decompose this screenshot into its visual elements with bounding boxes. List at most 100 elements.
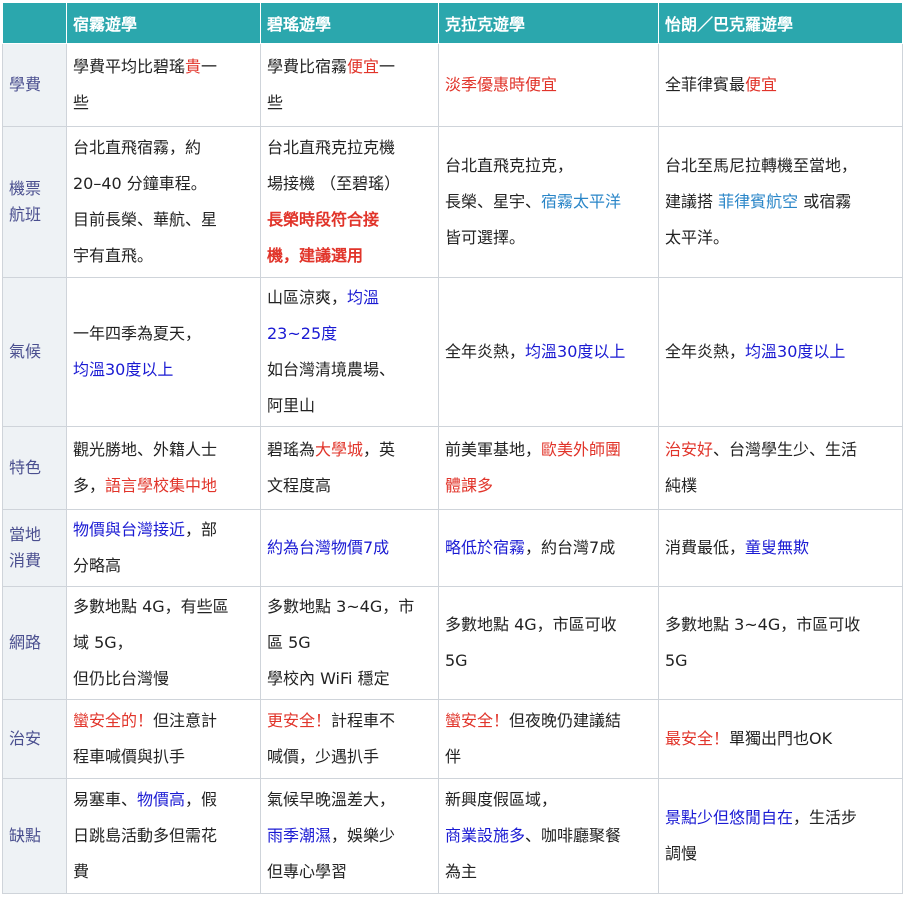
row-cost: 當地 消費 物價與台灣接近，部 分略高 約為台灣物價7成 略低於宿霧，約台灣7成 消… — [2, 509, 903, 587]
label-line: 航班 — [9, 205, 42, 224]
cell-line: 物價與台灣接近，部 — [73, 512, 254, 548]
cell-line: 前美軍基地，歐美外師團 — [445, 432, 652, 468]
cell-text: 均溫 — [347, 288, 380, 307]
cell-cost-iloilo: 消費最低，童叟無欺 — [658, 509, 903, 587]
cell-text: 全年炎熱， — [445, 342, 526, 361]
cell-text: 一 — [201, 57, 218, 76]
cell-line: 20–40 分鐘車程。 — [73, 166, 254, 202]
cell-features-iloilo: 治安好、台灣學生少、生活純樸 — [658, 426, 903, 510]
cell-line: 消費最低，童叟無欺 — [665, 530, 896, 566]
cell-flights-baguio: 台北直飛克拉克機場接機 （至碧瑤） 長榮時段符合接機，建議選用 — [260, 126, 439, 278]
cell-text: 如台灣清境農場、 — [267, 360, 396, 379]
cell-text: 場接機 （至碧瑤） — [267, 174, 401, 193]
cell-line: 一年四季為夏天， — [73, 316, 254, 352]
cell-climate-baguio: 山區涼爽，均溫 23~25度如台灣清境農場、阿里山 — [260, 277, 439, 427]
cell-cost-clark: 略低於宿霧，約台灣7成 — [438, 509, 659, 587]
cell-text: 學費比宿霧 — [267, 57, 348, 76]
cell-text: 學費平均比碧瑤 — [73, 57, 186, 76]
cell-line: 域 5G， — [73, 625, 254, 661]
comparison-table: 宿霧遊學 碧瑤遊學 克拉克遊學 怡朗／巴克羅遊學 學費 學費平均比碧瑤貴一些 學… — [2, 2, 903, 894]
cell-line: 最安全！單獨出門也OK — [665, 721, 896, 757]
cell-line: 5G — [665, 643, 896, 679]
cell-text: 台北直飛宿霧，約 — [73, 138, 202, 157]
cell-line: 喊價，少遇扒手 — [267, 739, 432, 775]
cell-line: 多數地點 4G，市區可收 — [445, 607, 652, 643]
cell-text: 歐美外師團 — [541, 440, 622, 459]
header-baguio: 碧瑤遊學 — [260, 2, 439, 44]
row-header-network: 網路 — [2, 586, 67, 700]
cell-line: 學費比宿霧便宜一 — [267, 49, 432, 85]
cell-line: 費 — [73, 854, 254, 890]
cell-text: 台北直飛克拉克， — [445, 156, 574, 175]
cell-line: 氣候早晚溫差大， — [267, 782, 432, 818]
cell-line: 更安全！計程車不 — [267, 703, 432, 739]
cell-text: 景點少但悠閒自在 — [665, 808, 794, 827]
cell-text: 全菲律賓最 — [665, 75, 746, 94]
cell-line: 山區涼爽，均溫 — [267, 280, 432, 316]
cell-features-cebu: 觀光勝地、外籍人士 多，語言學校集中地 — [66, 426, 261, 510]
cell-tuition-cebu: 學費平均比碧瑤貴一些 — [66, 43, 261, 127]
cell-line: 治安好、台灣學生少、生活 — [665, 432, 896, 468]
cell-text: 23~25度 — [267, 324, 338, 343]
label-line: 網路 — [9, 633, 42, 652]
cell-line: 景點少但悠閒自在，生活步 — [665, 800, 896, 836]
cell-line: 全菲律賓最便宜 — [665, 67, 896, 103]
cell-line: 但仍比台灣慢 — [73, 661, 254, 697]
cell-line: 體課多 — [445, 468, 652, 504]
cell-drawbacks-iloilo: 景點少但悠閒自在，生活步 調慢 — [658, 778, 903, 894]
cell-features-baguio: 碧瑤為大學城，英 文程度高 — [260, 426, 439, 510]
cell-text: 但夜晚仍建議結 — [509, 711, 622, 730]
cell-text: 多數地點 3~4G，市區可收 — [665, 615, 861, 634]
label-line: 消費 — [9, 551, 42, 570]
cell-text: 碧瑤為 — [267, 440, 316, 459]
cell-text: 均溫30度以上 — [525, 342, 626, 361]
cell-text: 山區涼爽， — [267, 288, 348, 307]
cell-text: 但專心學習 — [267, 862, 348, 881]
row-header-safety: 治安 — [2, 699, 67, 779]
cell-drawbacks-baguio: 氣候早晚溫差大， 雨季潮濕，娛樂少但專心學習 — [260, 778, 439, 894]
cell-text: 但仍比台灣慢 — [73, 669, 170, 688]
cell-text: 、咖啡廳聚餐 — [525, 826, 622, 845]
cell-safety-baguio: 更安全！計程車不 喊價，少遇扒手 — [260, 699, 439, 779]
cell-cost-cebu: 物價與台灣接近，部 分略高 — [66, 509, 261, 587]
cell-network-baguio: 多數地點 3~4G，市區 5G 學校內 WiFi 穩定 — [260, 586, 439, 700]
cell-line: 多數地點 4G，有些區 — [73, 589, 254, 625]
cell-line: 純樸 — [665, 468, 896, 504]
cell-line: 機，建議選用 — [267, 238, 432, 274]
cell-line: 長榮時段符合接 — [267, 202, 432, 238]
cell-text: 消費最低， — [665, 538, 746, 557]
cell-text: 約為台灣物價7成 — [267, 538, 390, 557]
cell-text: 機，建議選用 — [267, 246, 364, 265]
cell-line: 目前長榮、華航、星 — [73, 202, 254, 238]
cell-text: 域 5G， — [73, 633, 133, 652]
cell-line: 蠻安全！但夜晚仍建議結 — [445, 703, 652, 739]
cell-text: 前美軍基地， — [445, 440, 542, 459]
cell-text: 體課多 — [445, 476, 494, 495]
cell-line: 約為台灣物價7成 — [267, 530, 432, 566]
label-line: 特色 — [9, 458, 42, 477]
cell-tuition-baguio: 學費比宿霧便宜一些 — [260, 43, 439, 127]
cell-text: 純樸 — [665, 476, 698, 495]
cell-text: 多數地點 4G，有些區 — [73, 597, 229, 616]
row-safety: 治安 蠻安全的！但注意計 程車喊價與扒手 更安全！計程車不 喊價，少遇扒手 蠻安全！… — [2, 699, 903, 779]
cell-text: 多數地點 4G，市區可收 — [445, 615, 617, 634]
cell-line: 如台灣清境農場、 — [267, 352, 432, 388]
cell-text: 計程車不 — [331, 711, 396, 730]
cell-line: 為主 — [445, 854, 652, 890]
cell-line: 淡季優惠時便宜 — [445, 67, 652, 103]
cell-text: 宿霧太平洋 — [541, 192, 622, 211]
cell-line: 阿里山 — [267, 388, 432, 424]
cell-text: 文程度高 — [267, 476, 332, 495]
cell-line: 雨季潮濕，娛樂少 — [267, 818, 432, 854]
cell-line: 新興度假區域， — [445, 782, 652, 818]
cell-text: 費 — [73, 862, 90, 881]
label-line: 學費 — [9, 75, 42, 94]
cell-line: 區 5G — [267, 625, 432, 661]
cell-text: ，娛樂少 — [331, 826, 396, 845]
cell-safety-clark: 蠻安全！但夜晚仍建議結伴 — [438, 699, 659, 779]
row-header-climate: 氣候 — [2, 277, 67, 427]
cell-tuition-clark: 淡季優惠時便宜 — [438, 43, 659, 127]
cell-line: 台北直飛克拉克機 — [267, 130, 432, 166]
cell-flights-cebu: 台北直飛宿霧，約 20–40 分鐘車程。 目前長榮、華航、星 宇有直飛。 — [66, 126, 261, 278]
cell-text: 大學城 — [315, 440, 364, 459]
